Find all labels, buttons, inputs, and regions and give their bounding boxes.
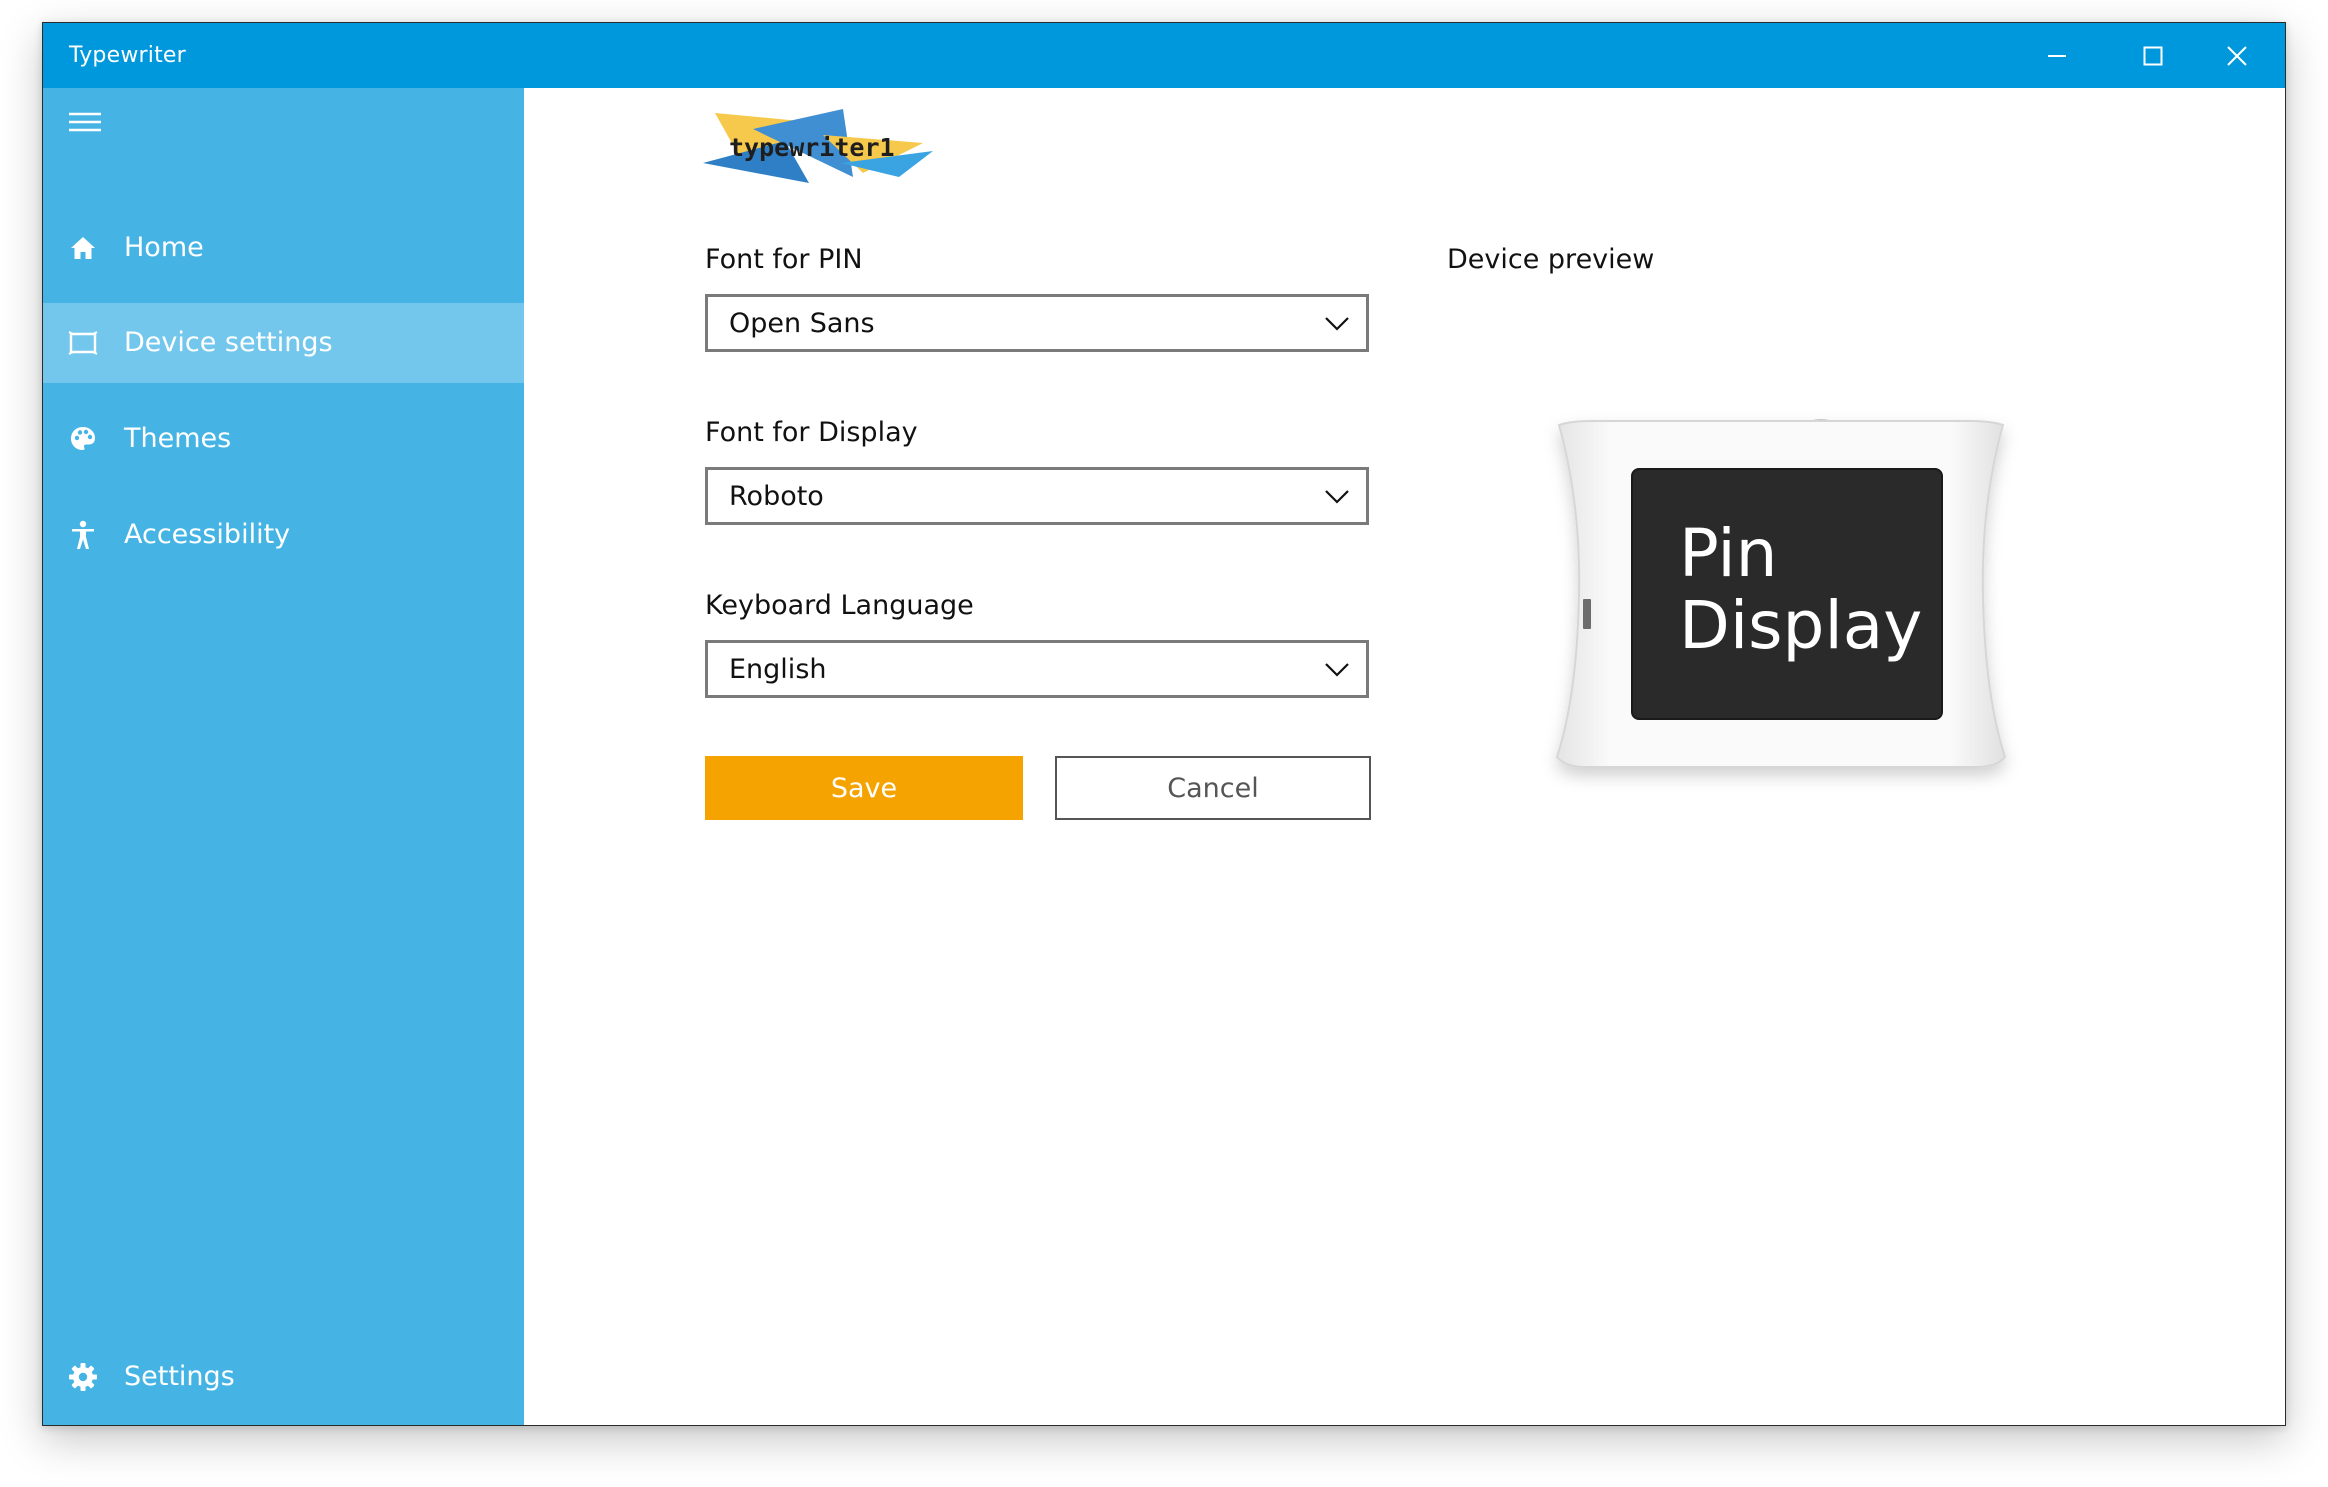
sidebar: Home Device settings Themes Accessibilit…	[43, 88, 524, 1425]
pin-font-dropdown[interactable]: Open Sans	[705, 294, 1369, 352]
chevron-down-icon	[1325, 317, 1349, 331]
accessibility-icon	[68, 520, 98, 550]
typewriter-logo: typewriter1	[703, 109, 933, 183]
close-icon	[2227, 45, 2247, 66]
sidebar-item-label: Settings	[124, 1361, 235, 1392]
keyboard-language-dropdown[interactable]: English	[705, 640, 1369, 698]
sidebar-item-label: Themes	[124, 423, 232, 454]
maximize-button[interactable]	[2105, 23, 2201, 88]
keyboard-language-value: English	[729, 654, 827, 685]
sidebar-item-label: Device settings	[124, 327, 333, 358]
gear-icon	[68, 1362, 98, 1392]
app-window: Typewriter Home Device settings Themes A…	[42, 22, 2286, 1426]
sidebar-item-label: Home	[124, 232, 204, 263]
home-icon	[68, 233, 98, 263]
display-font-label: Font for Display	[705, 417, 918, 448]
chevron-down-icon	[1325, 490, 1349, 504]
sidebar-item-label: Accessibility	[124, 519, 291, 550]
sidebar-item-themes[interactable]: Themes	[43, 399, 524, 479]
device-preview-label: Device preview	[1447, 244, 1655, 275]
display-font-dropdown[interactable]: Roboto	[705, 467, 1369, 525]
pin-font-label: Font for PIN	[705, 244, 863, 275]
maximize-icon	[2143, 46, 2163, 65]
app-title: Typewriter	[69, 43, 186, 68]
chevron-down-icon	[1325, 663, 1349, 677]
minimize-icon	[2048, 54, 2066, 57]
sidebar-item-home[interactable]: Home	[43, 208, 524, 288]
device-screen-line: Pin	[1679, 515, 1778, 592]
save-button[interactable]: Save	[705, 756, 1023, 820]
menu-button[interactable]	[57, 104, 113, 140]
sidebar-item-settings[interactable]: Settings	[43, 1337, 524, 1417]
keyboard-language-label: Keyboard Language	[705, 590, 974, 621]
palette-icon	[68, 424, 98, 454]
sidebar-item-device-settings[interactable]: Device settings	[43, 303, 524, 383]
display-font-value: Roboto	[729, 481, 824, 512]
pin-font-value: Open Sans	[729, 308, 875, 339]
sidebar-item-accessibility[interactable]: Accessibility	[43, 495, 524, 575]
hamburger-icon	[69, 112, 101, 132]
device-screen-line: Display	[1679, 587, 1923, 664]
logo-text: typewriter1	[729, 133, 895, 162]
close-button[interactable]	[2189, 23, 2285, 88]
device-screen: Pin Display	[1631, 468, 1943, 720]
cancel-button[interactable]: Cancel	[1055, 756, 1371, 820]
title-bar[interactable]: Typewriter	[43, 23, 2285, 88]
device-icon	[68, 328, 98, 358]
minimize-button[interactable]	[2009, 23, 2105, 88]
device-screen-text: Pin Display	[1679, 518, 1922, 662]
